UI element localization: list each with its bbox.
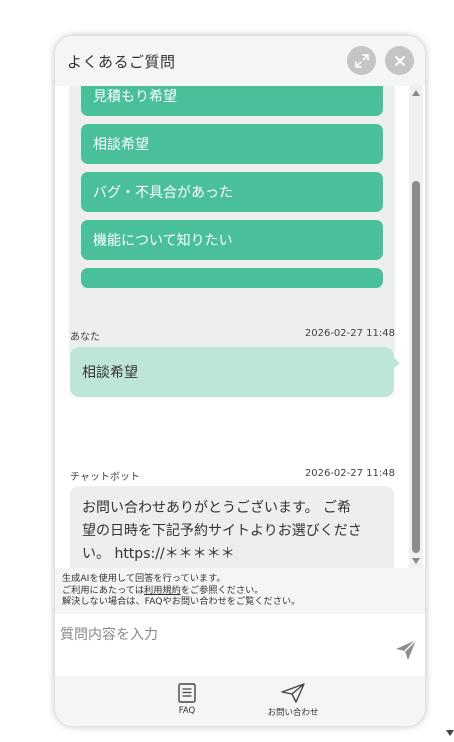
header-title: よくあるご質問 — [67, 52, 176, 71]
chat-messages: 見積もり希望 相談希望 バグ・不具合があった 機能について知りたい あなた 20… — [55, 86, 425, 568]
user-message-meta: あなた 2026-02-27 11:48 — [70, 328, 395, 343]
faq-button[interactable]: FAQ — [152, 676, 222, 726]
user-sender-label: あなた — [70, 332, 100, 343]
question-input[interactable] — [60, 622, 380, 648]
ai-notice: 生成AIを使用して回答を行っています。 ご利用にあたっては利用規約をご参照くださ… — [55, 568, 425, 614]
input-area — [55, 614, 425, 676]
scroll-thumb[interactable] — [412, 181, 420, 553]
chat-scrollbar[interactable] — [409, 86, 423, 568]
option-bug-button[interactable]: バグ・不具合があった — [81, 172, 383, 212]
paper-plane-icon — [281, 683, 305, 703]
user-bubble-tail — [393, 357, 400, 369]
option-consult-button[interactable]: 相談希望 — [81, 124, 383, 164]
send-button[interactable] — [394, 638, 418, 662]
notice-line-2-suffix: をご参照ください。 — [180, 584, 264, 596]
contact-button[interactable]: お問い合わせ — [258, 676, 328, 726]
document-icon — [178, 683, 196, 703]
close-icon — [394, 55, 405, 66]
option-estimate-button[interactable]: 見積もり希望 — [81, 86, 383, 116]
notice-line-2: ご利用にあたっては利用規約をご参照ください。 — [62, 585, 425, 597]
bot-message-line-2: 望の日時を下記予約サイトよりお選びくださ — [82, 523, 362, 539]
expand-icon — [354, 53, 369, 68]
bot-message-time: 2026-02-27 11:48 — [304, 468, 395, 479]
user-message-text: 相談希望 — [82, 365, 138, 381]
user-message-time: 2026-02-27 11:48 — [304, 328, 395, 339]
close-button[interactable] — [385, 46, 414, 75]
footer-nav: FAQ お問い合わせ — [55, 676, 425, 726]
bot-sender-label: チャットボット — [70, 472, 140, 483]
quick-reply-card: 見積もり希望 相談希望 バグ・不具合があった 機能について知りたい — [69, 86, 395, 358]
scroll-down-arrow-icon[interactable] — [412, 558, 420, 564]
notice-line-3: 解決しない場合は、FAQやお問い合わせをご覧ください。 — [62, 596, 301, 607]
contact-label: お問い合わせ — [267, 708, 319, 718]
bot-message-line-3: い。 https://＊＊＊＊＊ — [82, 546, 235, 562]
bot-message-meta: チャットボット 2026-02-27 11:48 — [70, 468, 395, 483]
option-next-button[interactable] — [81, 268, 383, 288]
scroll-up-arrow-icon[interactable] — [412, 90, 420, 96]
notice-line-1: 生成AIを使用して回答を行っています。 — [62, 573, 226, 584]
chat-header: よくあるご質問 — [55, 36, 425, 86]
option-feature-button[interactable]: 機能について知りたい — [81, 220, 383, 260]
chat-widget: よくあるご質問 見積もり希望 相談希望 バグ・不具合があった 機能について知りた… — [55, 36, 425, 726]
notice-line-2-prefix: ご利用にあたっては — [62, 584, 145, 596]
resize-corner-icon[interactable] — [446, 730, 454, 736]
send-icon — [396, 639, 417, 660]
expand-button[interactable] — [347, 46, 376, 75]
terms-link[interactable]: 利用規約 — [144, 585, 181, 596]
bot-message-line-1: お問い合わせありがとうございます。 ご希 — [82, 500, 352, 516]
bot-message-bubble: お問い合わせありがとうございます。 ご希 望の日時を下記予約サイトよりお選びくだ… — [70, 486, 394, 568]
user-message-bubble: 相談希望 — [70, 347, 394, 397]
faq-label: FAQ — [178, 706, 196, 716]
